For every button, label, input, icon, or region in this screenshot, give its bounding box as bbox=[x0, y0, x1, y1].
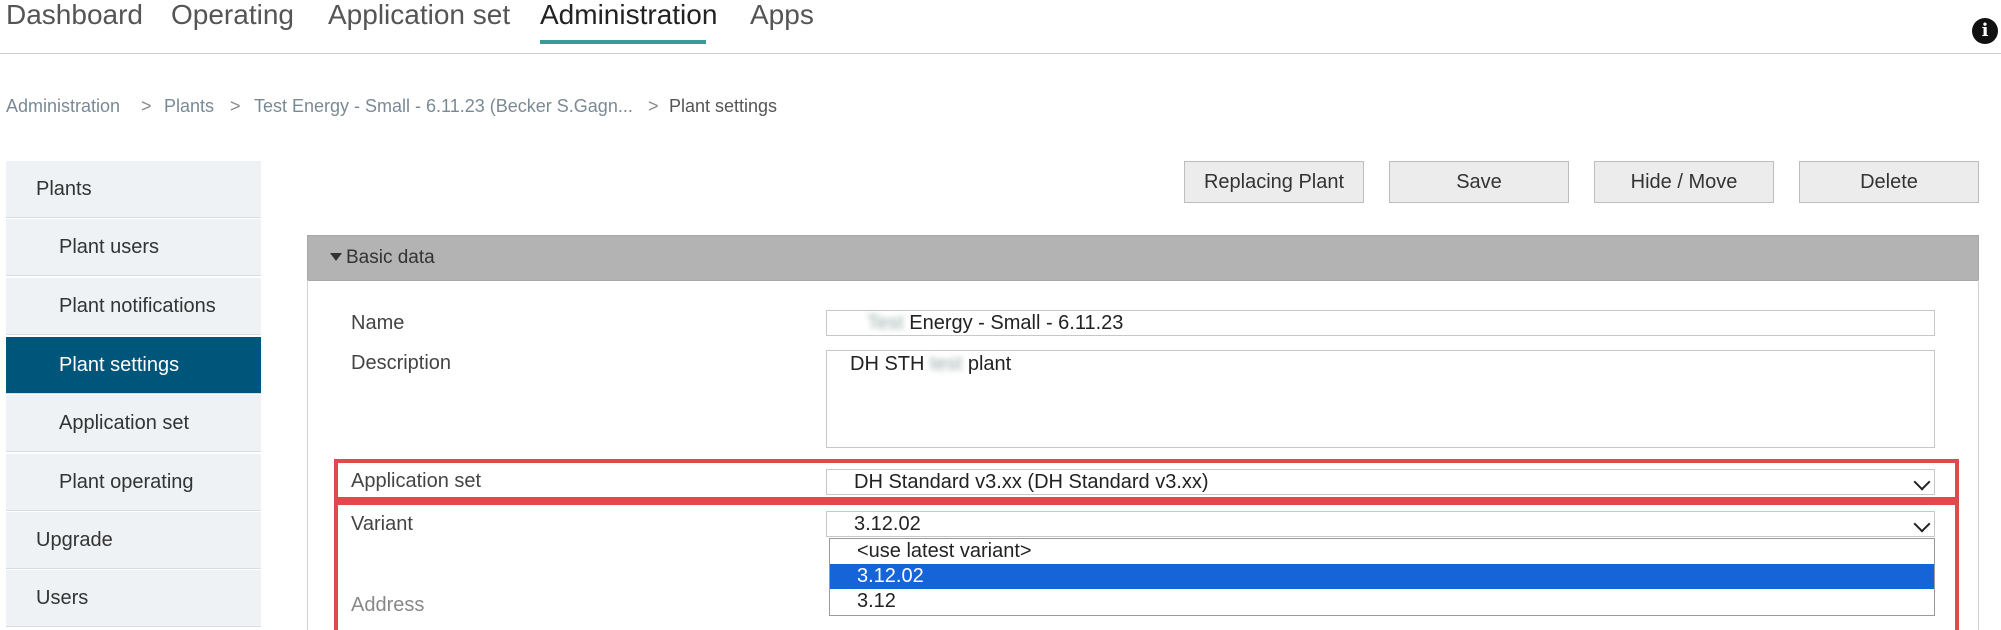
application-set-value: DH Standard v3.xx (DH Standard v3.xx) bbox=[854, 471, 1209, 493]
application-set-select[interactable]: DH Standard v3.xx (DH Standard v3.xx) bbox=[826, 469, 1935, 495]
info-icon[interactable]: i bbox=[1972, 18, 1998, 44]
breadcrumb-separator: > bbox=[230, 96, 241, 116]
name-value: Energy - Small - 6.11.23 bbox=[909, 312, 1124, 334]
tab-apps[interactable]: Apps bbox=[750, 0, 814, 30]
tab-administration[interactable]: Administration bbox=[540, 0, 717, 30]
breadcrumb-separator: > bbox=[648, 96, 659, 116]
tab-application-set[interactable]: Application set bbox=[328, 0, 510, 30]
tab-operating[interactable]: Operating bbox=[171, 0, 294, 30]
description-pre: DH STH bbox=[850, 353, 925, 375]
variant-value: 3.12.02 bbox=[854, 513, 921, 535]
active-tab-underline bbox=[540, 40, 706, 44]
variant-option-3-12[interactable]: 3.12 bbox=[830, 589, 1934, 614]
breadcrumb-plant-name[interactable]: Test Energy - Small - 6.11.23 (Becker S.… bbox=[254, 96, 633, 117]
sidebar-item-plant-operating[interactable]: Plant operating bbox=[6, 454, 261, 511]
breadcrumb-plants[interactable]: Plants bbox=[164, 96, 214, 117]
name-prefix-redacted: Test bbox=[867, 312, 904, 334]
name-field[interactable]: Test Energy - Small - 6.11.23 bbox=[826, 310, 1935, 336]
description-post: plant bbox=[967, 353, 1012, 375]
variant-option-latest[interactable]: <use latest variant> bbox=[830, 539, 1934, 564]
sidebar-item-plants[interactable]: Plants bbox=[6, 161, 261, 218]
breadcrumb-administration[interactable]: Administration bbox=[6, 96, 120, 117]
description-redacted: test bbox=[930, 353, 963, 375]
variant-dropdown-list: <use latest variant> 3.12.02 3.12 bbox=[829, 538, 1935, 616]
top-navigation: Dashboard Operating Application set Admi… bbox=[0, 0, 2001, 54]
delete-button[interactable]: Delete bbox=[1799, 161, 1979, 203]
sidebar-item-plant-notifications[interactable]: Plant notifications bbox=[6, 278, 261, 335]
caret-down-icon bbox=[330, 253, 342, 261]
breadcrumb-plant-settings: Plant settings bbox=[669, 96, 778, 116]
breadcrumb-separator: > bbox=[141, 96, 152, 116]
section-title: Basic data bbox=[346, 247, 435, 268]
address-label: Address bbox=[351, 594, 425, 616]
chevron-down-icon bbox=[1913, 515, 1931, 533]
sidebar-item-users[interactable]: Users bbox=[6, 570, 261, 627]
basic-data-header[interactable]: Basic data bbox=[307, 235, 1979, 281]
application-set-label: Application set bbox=[351, 470, 482, 492]
sidebar-item-plant-settings[interactable]: Plant settings bbox=[6, 337, 261, 394]
hide-move-button[interactable]: Hide / Move bbox=[1594, 161, 1774, 203]
variant-select[interactable]: 3.12.02 bbox=[826, 511, 1935, 537]
tab-dashboard[interactable]: Dashboard bbox=[6, 0, 143, 30]
name-label: Name bbox=[351, 312, 405, 334]
description-field[interactable]: DH STH test plant bbox=[826, 350, 1935, 448]
variant-label: Variant bbox=[351, 513, 413, 535]
sidebar-item-application-set[interactable]: Application set bbox=[6, 395, 261, 452]
sidebar-item-upgrade[interactable]: Upgrade bbox=[6, 512, 261, 569]
sidebar-item-plant-users[interactable]: Plant users bbox=[6, 219, 261, 276]
save-button[interactable]: Save bbox=[1389, 161, 1569, 203]
description-label: Description bbox=[351, 352, 452, 374]
variant-option-3-12-02[interactable]: 3.12.02 bbox=[830, 564, 1934, 589]
chevron-down-icon bbox=[1913, 473, 1931, 491]
replacing-plant-button[interactable]: Replacing Plant bbox=[1184, 161, 1364, 203]
